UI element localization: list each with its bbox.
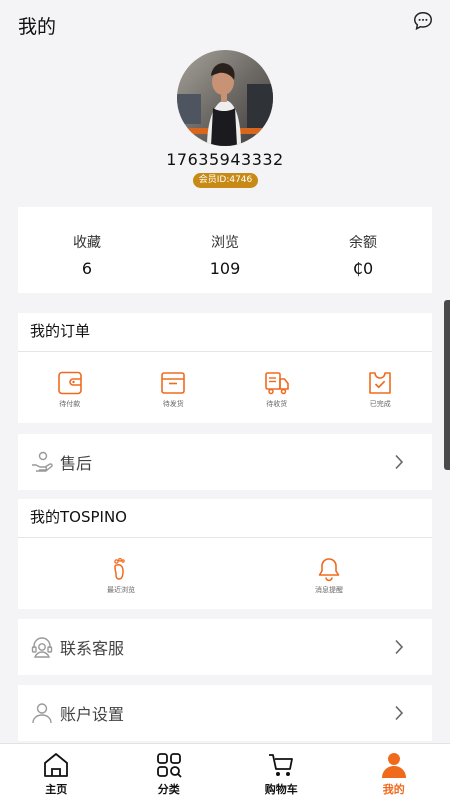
icon-label: 已完成 (369, 400, 391, 408)
stat-favorites[interactable]: 收藏 6 (18, 207, 156, 293)
icon-label: 最近浏览 (107, 586, 135, 594)
brand-icon-row: 最近浏览 消息提醒 (18, 538, 432, 608)
check-bag-icon (369, 372, 392, 394)
brand-card: 我的TOSPINO 最近浏览 消息提醒 (18, 499, 432, 609)
message-reminder-item[interactable]: 消息提醒 (279, 538, 379, 595)
chevron-right-icon (395, 454, 404, 470)
order-pending-receipt[interactable]: 待收货 (225, 352, 329, 422)
tab-mine[interactable]: 我的 (338, 744, 450, 800)
profile-icon (381, 753, 406, 778)
icon-label: 待发货 (162, 400, 184, 408)
home-icon (44, 753, 69, 777)
cart-icon (269, 754, 294, 776)
wallet-icon (57, 371, 82, 395)
orders-icon-row: 待付款 待发货 待收货 已完成 (18, 352, 432, 422)
order-pending-payment[interactable]: 待付款 (18, 352, 122, 422)
order-completed[interactable]: 已完成 (329, 352, 433, 422)
after-sale-row[interactable]: 售后 (18, 434, 432, 490)
bottom-tab-bar: 主页 分类 购物车 我的 (0, 743, 450, 800)
stat-label: 余额 (349, 235, 377, 251)
category-icon (156, 753, 182, 778)
recent-browse-item[interactable]: 最近浏览 (71, 538, 171, 595)
tab-category[interactable]: 分类 (113, 744, 226, 800)
after-sale-label: 售后 (60, 454, 93, 473)
stat-value: 109 (209, 259, 241, 278)
customer-service-label: 联系客服 (60, 639, 125, 658)
tab-label: 购物车 (264, 783, 298, 796)
orders-title: 我的订单 (18, 313, 432, 352)
stat-history[interactable]: 浏览 109 (156, 207, 294, 293)
stat-label: 收藏 (73, 235, 101, 251)
orders-card: 我的订单 待付款 待发货 待收货 已完成 (18, 313, 432, 423)
top-bar: 我的 (0, 0, 450, 46)
box-icon (161, 372, 186, 394)
member-id-badge: 会员ID:4746 (193, 173, 258, 188)
stat-value: 6 (81, 259, 93, 278)
tab-label: 我的 (382, 783, 405, 796)
hand-coin-icon (32, 451, 53, 472)
tab-home[interactable]: 主页 (0, 744, 113, 800)
stat-label: 浏览 (211, 235, 239, 251)
headset-icon (31, 637, 53, 658)
chevron-right-icon (395, 639, 404, 655)
stat-value: ₵0 (352, 259, 374, 278)
user-photo (177, 50, 273, 146)
account-settings-row[interactable]: 账户设置 (18, 685, 432, 741)
icon-label: 待收货 (266, 400, 288, 408)
tab-label: 分类 (157, 783, 180, 796)
user-outline-icon (32, 703, 52, 724)
chat-bubble-icon[interactable] (412, 10, 434, 32)
phone-number: 17635943332 (166, 150, 284, 169)
avatar[interactable] (177, 50, 273, 146)
icon-label: 消息提醒 (315, 586, 343, 594)
brand-title: 我的TOSPINO (18, 499, 432, 538)
tab-label: 主页 (45, 783, 68, 796)
customer-service-row[interactable]: 联系客服 (18, 619, 432, 675)
tab-cart[interactable]: 购物车 (225, 744, 338, 800)
stat-balance[interactable]: 余额 ₵0 (294, 207, 432, 293)
account-settings-label: 账户设置 (60, 705, 125, 724)
truck-icon (264, 372, 289, 395)
icon-label: 待付款 (59, 400, 81, 408)
chevron-right-icon (395, 705, 404, 721)
page-title: 我的 (18, 16, 57, 38)
stats-card: 收藏 6 浏览 109 余额 ₵0 (18, 207, 432, 293)
bell-icon (318, 558, 340, 582)
scrollbar-thumb[interactable] (444, 300, 450, 470)
footprint-icon (114, 557, 125, 580)
order-pending-shipment[interactable]: 待发货 (122, 352, 226, 422)
